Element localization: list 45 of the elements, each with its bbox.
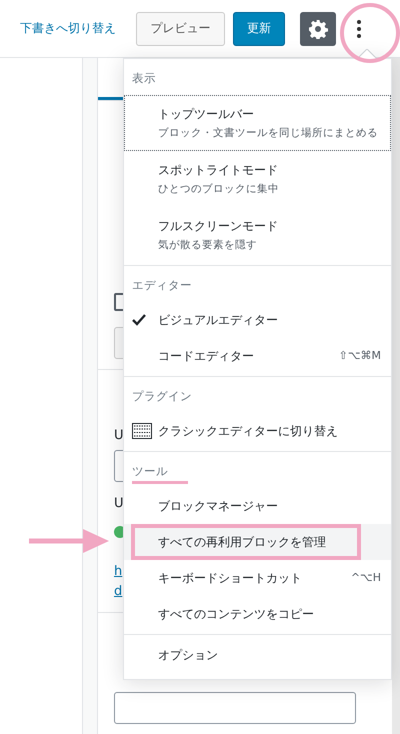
preview-button[interactable]: プレビュー: [136, 12, 225, 46]
switch-to-draft-link[interactable]: 下書きへ切り替え: [20, 20, 116, 37]
menu-item[interactable]: ビジュアルエディター: [124, 302, 391, 338]
menu-section-title: ツール: [132, 463, 188, 484]
menu-item-label: オプション: [158, 647, 219, 664]
menu-pointer-icon: [357, 49, 377, 59]
menu-item[interactable]: オプション: [124, 637, 391, 673]
menu-item[interactable]: フルスクリーンモード 気が散る要素を隠す: [124, 207, 391, 263]
menu-item-label: コードエディター: [158, 348, 255, 365]
menu-item-label: ブロックマネージャー: [158, 498, 279, 515]
menu-item-description: ブロック・文書ツールを同じ場所にまとめる: [158, 126, 379, 141]
sidebar-tab[interactable]: [98, 97, 124, 100]
menu-item-description: 気が散る要素を隠す: [158, 238, 258, 253]
menu-item-label: スポットライトモード: [158, 162, 279, 179]
update-button[interactable]: 更新: [233, 12, 285, 46]
sidebar-text: U: [114, 427, 124, 445]
menu-section-title: エディター: [132, 277, 193, 294]
menu-item[interactable]: トップツールバー ブロック・文書ツールを同じ場所にまとめる: [124, 95, 391, 151]
more-icon: [356, 18, 362, 38]
menu-section-title: 表示: [132, 70, 157, 87]
keyboard-icon: [132, 423, 152, 439]
menu-item[interactable]: キーボードショートカット ^⌥H: [124, 560, 391, 596]
menu-item-label: トップツールバー: [158, 106, 255, 123]
input-field[interactable]: [114, 692, 356, 724]
sidebar-link[interactable]: h: [114, 562, 122, 582]
sidebar-link[interactable]: d: [114, 582, 122, 602]
scrollbar[interactable]: [392, 58, 400, 734]
sidebar-text: U: [114, 495, 124, 513]
menu-item-label: フルスクリーンモード: [158, 218, 279, 235]
keyboard-shortcut: ⇧⌥⌘M: [338, 348, 381, 364]
menu-item-label: すべてのコンテンツをコピー: [158, 606, 315, 623]
menu-item-label: キーボードショートカット: [158, 570, 303, 587]
menu-item[interactable]: クラシックエディターに切り替え: [124, 413, 391, 449]
keyboard-shortcut: ^⌥H: [350, 570, 381, 586]
menu-item[interactable]: すべてのコンテンツをコピー: [124, 596, 391, 632]
menu-section-title: プラグイン: [132, 388, 193, 405]
menu-item-label: ビジュアルエディター: [158, 312, 279, 329]
menu-item[interactable]: ブロックマネージャー: [124, 488, 391, 524]
settings-icon: [308, 18, 328, 38]
menu-item-description: ひとつのブロックに集中: [158, 182, 280, 197]
settings-button[interactable]: [300, 12, 336, 46]
menu-item[interactable]: コードエディター ⇧⌥⌘M: [124, 338, 391, 374]
menu-item[interactable]: スポットライトモード ひとつのブロックに集中: [124, 151, 391, 207]
menu-item-label: クラシックエディターに切り替え: [158, 423, 339, 440]
menu-item-label: すべての再利用ブロックを管理: [158, 534, 327, 551]
